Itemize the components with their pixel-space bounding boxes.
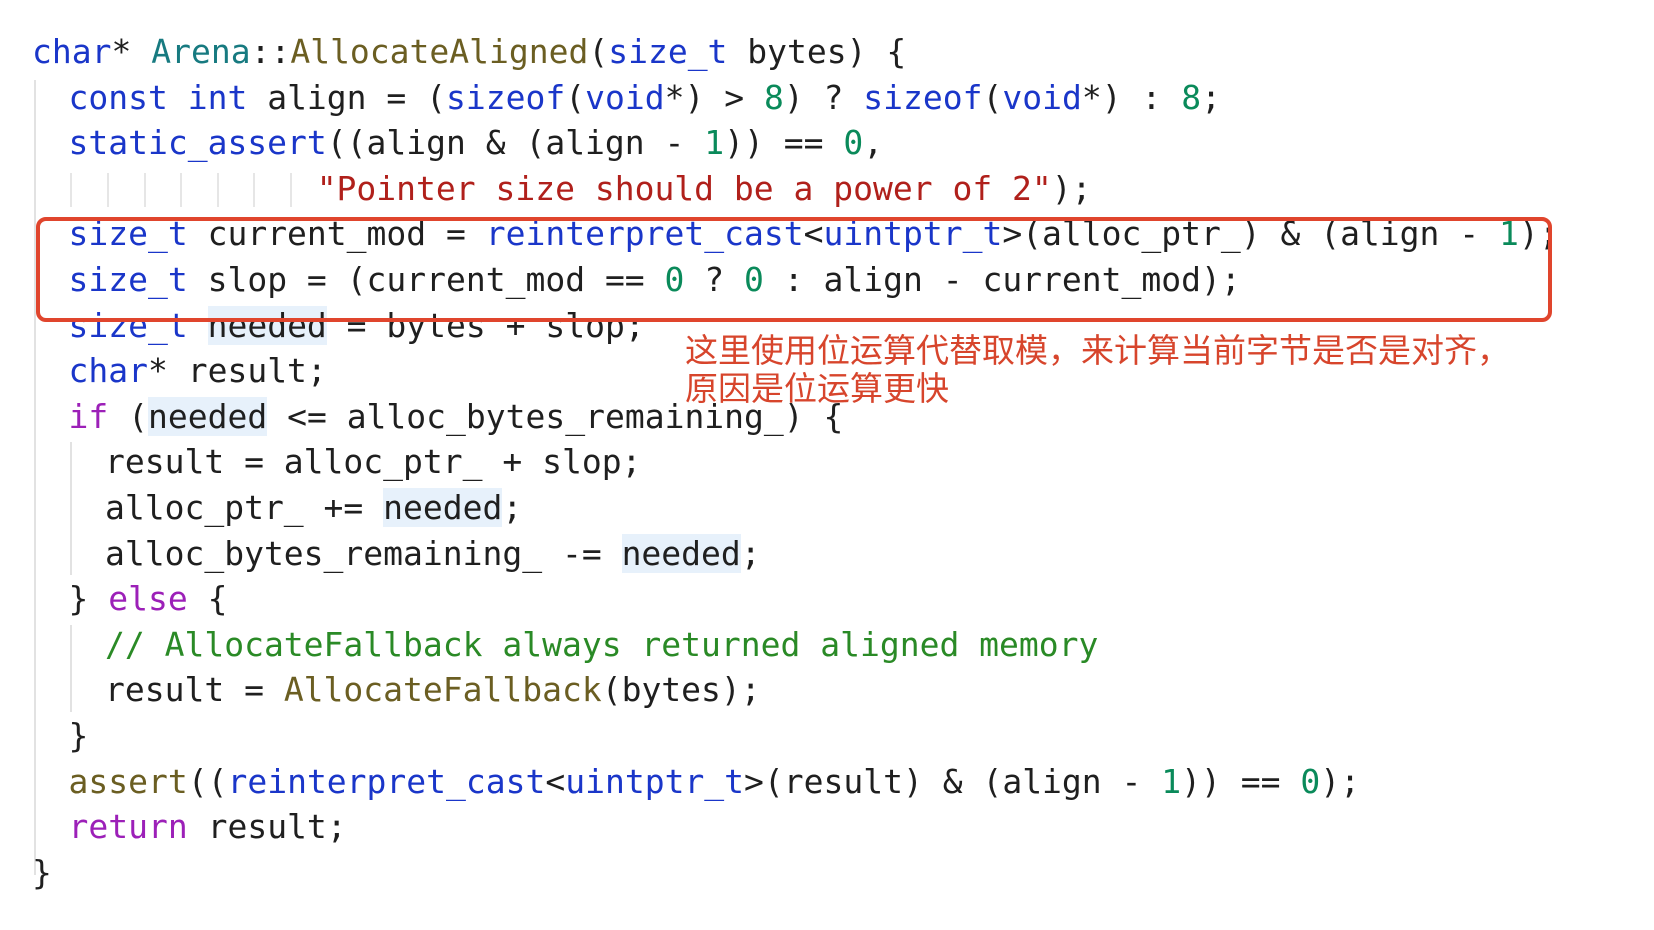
code-token: }	[68, 579, 109, 619]
code-token: ((align & (align -	[326, 123, 705, 163]
code-token: return	[68, 807, 188, 847]
code-line[interactable]: const int align = (sizeof(void*) > 8) ? …	[69, 74, 1221, 122]
code-line[interactable]: result = AllocateFallback(bytes);	[105, 666, 761, 714]
code-line[interactable]: char* result;	[69, 347, 327, 395]
code-token: )) ==	[1181, 761, 1301, 801]
code-token: const	[68, 77, 168, 117]
code-token: align = (	[247, 77, 447, 117]
code-token: );	[1051, 168, 1092, 208]
code-token: alloc_ptr_ +=	[105, 488, 384, 527]
code-line[interactable]: } else {	[69, 575, 228, 623]
highlight-box	[36, 217, 1552, 322]
code-token: AllocateAligned	[290, 32, 589, 71]
code-token: {	[187, 579, 228, 619]
code-line[interactable]: return result;	[69, 803, 347, 851]
code-line[interactable]: alloc_ptr_ += needed;	[105, 484, 522, 532]
code-line[interactable]: result = alloc_ptr_ + slop;	[105, 438, 641, 486]
indent-guide-line	[70, 172, 72, 207]
code-token: reinterpret_cast	[227, 761, 546, 801]
indent-guide-line	[34, 79, 36, 875]
code-token: *) :	[1081, 77, 1182, 117]
code-token: 8	[1181, 77, 1202, 117]
code-token: void	[585, 77, 665, 117]
code-token: 1	[1161, 761, 1182, 801]
code-token: ((	[187, 761, 228, 801]
code-token: static_assert	[68, 123, 327, 163]
code-token: >(result) & (align -	[744, 761, 1162, 801]
annotation-line-1: 这里使用位运算代替取模，来计算当前字节是否是对齐，	[685, 331, 1510, 370]
annotation-line-2: 原因是位运算更快	[685, 369, 949, 408]
code-token: alloc_bytes_remaining_ -=	[105, 533, 622, 573]
code-token: 8	[763, 77, 784, 117]
code-token: (	[108, 396, 148, 436]
code-token: ;	[502, 488, 523, 527]
highlighted-identifier: needed	[383, 488, 503, 527]
code-token: 1	[704, 123, 725, 163]
highlighted-identifier: needed	[621, 533, 741, 573]
code-token: ;	[1201, 77, 1221, 117]
code-token: )) ==	[724, 123, 844, 163]
code-token: ,	[863, 123, 884, 163]
code-token: (	[588, 32, 609, 71]
code-token: (	[565, 77, 586, 117]
code-token: assert	[68, 761, 188, 801]
code-token: // AllocateFallback always returned alig…	[105, 624, 1099, 664]
code-token: ) ?	[783, 77, 864, 117]
code-line[interactable]: // AllocateFallback always returned alig…	[105, 621, 1098, 669]
code-token: *	[111, 32, 152, 71]
code-token: result;	[187, 807, 347, 847]
annotation-note: 这里使用位运算代替取模，来计算当前字节是否是对齐， 原因是位运算更快	[685, 332, 1645, 408]
code-token: char	[68, 351, 148, 391]
code-token: <	[545, 761, 566, 801]
code-token: bytes) {	[727, 32, 907, 71]
code-line[interactable]: "Pointer size should be a power of 2");	[317, 165, 1092, 213]
code-token: }	[68, 716, 89, 755]
indent-guide-line	[290, 172, 292, 207]
code-token: *) >	[664, 77, 764, 117]
code-token: ::	[250, 32, 291, 71]
indent-guide-line	[70, 624, 72, 712]
indent-guide-line	[144, 172, 146, 207]
indent-guide-line	[107, 172, 109, 207]
code-line[interactable]: char* Arena::AllocateAligned(size_t byte…	[32, 28, 906, 76]
code-token: AllocateFallback	[283, 670, 602, 710]
indent-guide-line	[253, 172, 255, 207]
indent-guide-line	[217, 172, 219, 207]
code-token: int	[187, 77, 248, 117]
code-token: else	[108, 579, 188, 619]
code-token: (	[982, 77, 1003, 117]
code-token: 0	[843, 123, 864, 163]
code-line[interactable]: alloc_bytes_remaining_ -= needed;	[105, 530, 761, 578]
code-token: );	[1320, 761, 1360, 801]
code-line[interactable]: }	[69, 712, 89, 760]
code-token: void	[1002, 77, 1082, 117]
code-token: 0	[1300, 761, 1321, 801]
code-token: ;	[740, 533, 761, 573]
code-token: result = alloc_ptr_ + slop;	[105, 442, 642, 482]
indent-guide-line	[180, 172, 182, 207]
code-token: sizeof	[446, 77, 566, 117]
code-line[interactable]: }	[32, 849, 52, 897]
code-token: sizeof	[863, 77, 983, 117]
code-token: * result;	[147, 351, 327, 391]
code-token: Arena	[151, 32, 251, 71]
indent-guide-line	[70, 442, 72, 576]
code-line[interactable]: assert((reinterpret_cast<uintptr_t>(resu…	[69, 758, 1361, 806]
code-token: uintptr_t	[565, 761, 745, 801]
code-token: "Pointer size should be a power of 2"	[316, 168, 1052, 208]
code-token: (bytes);	[601, 670, 761, 710]
code-token: char	[32, 32, 112, 71]
code-token: size_t	[608, 32, 728, 71]
highlighted-identifier: needed	[148, 396, 268, 436]
code-token: if	[68, 396, 109, 436]
code-editor[interactable]: char* Arena::AllocateAligned(size_t byte…	[0, 0, 1654, 930]
code-token: result =	[105, 670, 284, 710]
code-token: }	[32, 852, 52, 892]
code-line[interactable]: static_assert((align & (align - 1)) == 0…	[69, 119, 884, 167]
